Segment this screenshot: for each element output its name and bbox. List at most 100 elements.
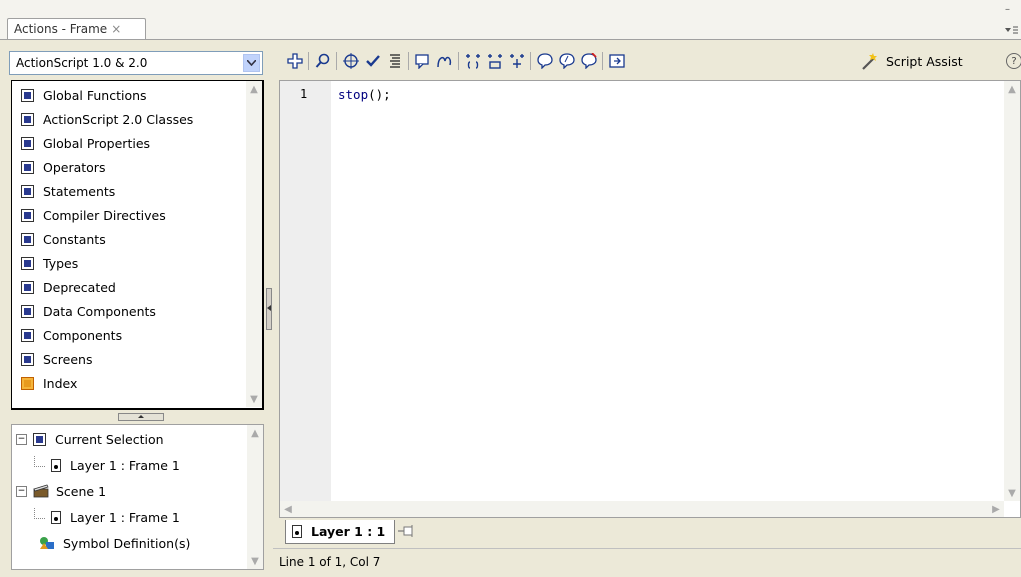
show-code-hint-icon[interactable] — [414, 52, 432, 70]
code-punctuation: (); — [368, 87, 391, 102]
book-icon — [21, 256, 34, 270]
panel-minimize-icon[interactable]: – — [1005, 4, 1015, 15]
find-icon[interactable] — [314, 52, 332, 70]
tab-actions-frame[interactable]: Actions - Frame × — [7, 18, 146, 40]
add-item-icon[interactable] — [286, 52, 304, 70]
tree-label: Layer 1 : Frame 1 — [70, 509, 180, 525]
panel-tab-strip — [0, 0, 1021, 40]
tab-script-frame[interactable]: Layer 1 : 1 — [285, 520, 395, 544]
toolbox-category-label: Global Properties — [43, 135, 151, 151]
tree-label: Symbol Definition(s) — [63, 535, 191, 551]
book-icon — [21, 184, 34, 198]
book-icon — [21, 232, 34, 246]
toolbox-category-label: Components — [43, 327, 123, 343]
pane-collapse-handle[interactable] — [266, 288, 272, 330]
tree-item-current-frame[interactable]: Layer 1 : Frame 1 — [34, 455, 180, 475]
toolbox-category-label: Operators — [43, 159, 106, 175]
tab-close-icon[interactable]: × — [111, 22, 121, 36]
navigator-scrollbar[interactable]: ▲ ▼ — [247, 425, 263, 569]
help-icon[interactable]: ? — [1006, 53, 1021, 69]
code-line[interactable]: stop(); — [338, 87, 391, 102]
toolbox-category-label: Statements — [43, 183, 116, 199]
status-text: Line 1 of 1, Col 7 — [279, 555, 381, 569]
editor-horizontal-scrollbar[interactable]: ◀ ▶ — [280, 501, 1004, 517]
debug-options-icon[interactable] — [436, 52, 454, 70]
index-book-icon — [21, 376, 34, 390]
scene-clapper-icon — [33, 484, 49, 498]
toolbox-splitter-handle[interactable] — [118, 413, 164, 421]
tree-item-symbol-definitions[interactable]: Symbol Definition(s) — [38, 533, 190, 553]
tree-label: Layer 1 : Frame 1 — [70, 457, 180, 473]
auto-format-icon[interactable] — [386, 52, 404, 70]
frame-tab-label: Layer 1 : 1 — [311, 524, 386, 539]
code-keyword: stop — [338, 87, 369, 102]
toolbox-category-label: Screens — [43, 351, 93, 367]
book-icon — [21, 328, 34, 342]
apply-line-comment-icon[interactable] — [558, 52, 576, 70]
toolbox-category[interactable]: ActionScript 2.0 Classes — [21, 108, 193, 130]
toolbox-category[interactable]: Types — [21, 252, 78, 274]
scroll-up-icon[interactable]: ▲ — [1004, 81, 1020, 97]
tree-item-current-selection[interactable]: − Current Selection — [16, 429, 164, 449]
scroll-down-icon[interactable]: ▼ — [246, 391, 262, 407]
book-icon — [21, 160, 34, 174]
toolbox-category-label: ActionScript 2.0 Classes — [43, 111, 194, 127]
toolbox-category-label: Types — [43, 255, 79, 271]
toolbox-category[interactable]: Data Components — [21, 300, 156, 322]
book-icon — [21, 352, 34, 366]
chevron-down-icon[interactable] — [243, 54, 260, 72]
toolbox-category[interactable]: Components — [21, 324, 122, 346]
scroll-left-icon[interactable]: ◀ — [280, 501, 296, 517]
insert-target-path-icon[interactable] — [342, 52, 360, 70]
toolbox-category[interactable]: Statements — [21, 180, 115, 202]
scroll-up-icon[interactable]: ▲ — [247, 425, 263, 441]
tree-label: Current Selection — [55, 431, 164, 447]
tree-label: Scene 1 — [56, 483, 107, 499]
collapse-icon[interactable]: − — [16, 433, 27, 445]
tree-connector — [34, 455, 45, 467]
toolbox-scrollbar[interactable]: ▲ ▼ — [246, 81, 262, 407]
check-syntax-icon[interactable] — [364, 52, 382, 70]
tab-divider — [0, 39, 1021, 40]
tree-item-scene-frame[interactable]: Layer 1 : Frame 1 — [34, 507, 180, 527]
toolbox-category[interactable]: Deprecated — [21, 276, 116, 298]
status-bar: Line 1 of 1, Col 7 — [273, 548, 1021, 577]
scroll-down-icon[interactable]: ▼ — [247, 553, 263, 569]
scroll-up-icon[interactable]: ▲ — [246, 81, 262, 97]
toolbox-category[interactable]: Operators — [21, 156, 105, 178]
show-hide-toolbox-icon[interactable] — [608, 52, 626, 70]
editor-vertical-scrollbar[interactable]: ▲ ▼ — [1004, 81, 1020, 501]
apply-block-comment-icon[interactable] — [536, 52, 554, 70]
toolbox-category[interactable]: Compiler Directives — [21, 204, 166, 226]
tree-connector — [34, 507, 45, 519]
script-editor[interactable]: 1 stop(); ▲ ▼ ◀ ▶ — [279, 80, 1021, 518]
symbol-icon — [40, 537, 54, 549]
toolbox-category-label: Compiler Directives — [43, 207, 166, 223]
panel-options-icon[interactable] — [1003, 24, 1019, 36]
remove-comment-icon[interactable] — [580, 52, 598, 70]
script-assist-button[interactable]: Script Assist — [860, 52, 963, 70]
book-icon — [21, 88, 34, 102]
toolbox-category[interactable]: Global Properties — [21, 132, 150, 154]
actions-toolbox: Global Functions ActionScript 2.0 Classes… — [11, 80, 264, 410]
toolbox-category[interactable]: Index — [21, 372, 77, 394]
language-select[interactable]: ActionScript 1.0 & 2.0 — [9, 51, 263, 75]
actions-toolbar: Script Assist ? — [280, 48, 1021, 76]
toolbox-category[interactable]: Global Functions — [21, 84, 147, 106]
toolbox-category-label: Deprecated — [43, 279, 116, 295]
tree-item-scene[interactable]: − Scene 1 — [16, 481, 106, 501]
keyframe-icon — [292, 525, 302, 538]
pin-script-icon[interactable] — [397, 523, 415, 539]
toolbox-category[interactable]: Constants — [21, 228, 106, 250]
line-number-gutter — [280, 81, 331, 501]
collapse-selection-icon[interactable] — [486, 52, 504, 70]
toolbox-category-label: Constants — [43, 231, 106, 247]
expand-all-icon[interactable] — [508, 52, 526, 70]
collapse-between-braces-icon[interactable] — [464, 52, 482, 70]
scroll-down-icon[interactable]: ▼ — [1004, 485, 1020, 501]
book-icon — [21, 112, 34, 126]
collapse-icon[interactable]: − — [16, 485, 27, 497]
book-icon — [21, 280, 34, 294]
toolbox-category[interactable]: Screens — [21, 348, 93, 370]
scroll-right-icon[interactable]: ▶ — [988, 501, 1004, 517]
